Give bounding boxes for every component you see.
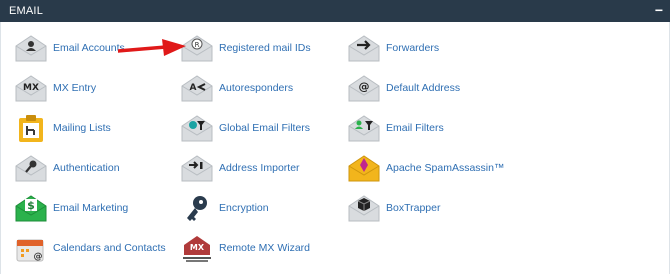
mx-entry-link[interactable]: MX MX Entry: [14, 72, 96, 104]
mx-entry-label: MX Entry: [53, 82, 97, 94]
default-address-label: Default Address: [386, 82, 461, 94]
global-email-filters-link[interactable]: Global Email Filters: [180, 112, 310, 144]
address-importer-link[interactable]: Address Importer: [180, 152, 300, 184]
encryption-link[interactable]: Encryption: [180, 192, 269, 224]
boxtrapper-link[interactable]: BoxTrapper: [347, 192, 440, 224]
envelope-autoresponder-icon: A: [181, 75, 213, 102]
key-icon: [187, 196, 207, 221]
envelope-arrow-icon: [348, 35, 380, 62]
autoresponders-label: Autoresponders: [219, 82, 294, 94]
envelope-filter-icon: [181, 115, 213, 142]
remote-mx-wizard-label: Remote MX Wizard: [219, 242, 311, 254]
email-accounts-label: Email Accounts: [53, 42, 125, 54]
svg-text:MX: MX: [23, 83, 39, 93]
svg-text:MX: MX: [190, 243, 205, 252]
registered-mail-ids-link[interactable]: R Registered mail IDs: [180, 32, 311, 64]
envelope-key-icon: [15, 155, 47, 182]
svg-text:R: R: [195, 41, 200, 49]
remote-mx-icon: MX: [183, 236, 211, 262]
envelope-box-icon: [348, 195, 380, 222]
email-marketing-label: Email Marketing: [53, 202, 129, 214]
email-filters-link[interactable]: Email Filters: [347, 112, 444, 144]
calendars-and-contacts-link[interactable]: @ Calendars and Contacts: [14, 232, 166, 264]
forwarders-link[interactable]: Forwarders: [347, 32, 439, 64]
red-arrow-annotation: [118, 39, 186, 56]
forwarders-label: Forwarders: [386, 42, 440, 54]
envelope-import-icon: [181, 155, 213, 182]
mailing-lists-label: Mailing Lists: [53, 122, 111, 134]
svg-text:@: @: [34, 252, 43, 262]
apache-spamassassin-link[interactable]: Apache SpamAssassin™: [347, 152, 504, 184]
address-importer-label: Address Importer: [219, 162, 300, 174]
encryption-label: Encryption: [219, 202, 269, 214]
email-filters-label: Email Filters: [386, 122, 444, 134]
registered-mail-ids-label: Registered mail IDs: [219, 42, 311, 54]
calendar-contacts-icon: @: [16, 239, 44, 262]
envelope-spamassassin-icon: [348, 155, 380, 182]
svg-text:A: A: [190, 83, 197, 93]
global-email-filters-label: Global Email Filters: [219, 122, 311, 134]
envelope-at-icon: @: [348, 75, 380, 102]
svg-text:@: @: [359, 80, 370, 93]
clipboard-list-icon: [19, 115, 43, 142]
panel-header: EMAIL −: [0, 0, 670, 22]
calendars-and-contacts-label: Calendars and Contacts: [53, 242, 166, 254]
authentication-label: Authentication: [53, 162, 120, 174]
apache-spamassassin-label: Apache SpamAssassin™: [386, 162, 505, 174]
mailing-lists-link[interactable]: Mailing Lists: [14, 112, 111, 144]
email-marketing-link[interactable]: $ Email Marketing: [14, 192, 128, 224]
panel-title: EMAIL: [9, 5, 44, 17]
remote-mx-wizard-link[interactable]: MX Remote MX Wizard: [180, 232, 310, 264]
envelope-mx-icon: MX: [15, 75, 47, 102]
boxtrapper-label: BoxTrapper: [386, 202, 441, 214]
envelope-user-filter-icon: [348, 115, 380, 142]
svg-text:$: $: [27, 199, 35, 212]
envelope-dollar-icon: $: [15, 195, 47, 222]
authentication-link[interactable]: Authentication: [14, 152, 120, 184]
email-accounts-link[interactable]: Email Accounts: [14, 32, 125, 64]
autoresponders-link[interactable]: A Autoresponders: [180, 72, 293, 104]
default-address-link[interactable]: @ Default Address: [347, 72, 460, 104]
collapse-icon[interactable]: −: [655, 2, 663, 18]
envelope-user-icon: [15, 35, 47, 62]
